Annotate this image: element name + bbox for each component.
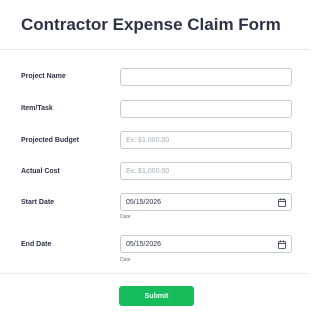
start-date-value: 05/15/2026 [126, 199, 162, 206]
form-title: Contractor Expense Claim Form [21, 15, 281, 34]
end-date-input[interactable]: 05/15/2026 [120, 235, 292, 253]
calendar-icon[interactable] [278, 198, 286, 207]
actual-cost-input[interactable] [120, 162, 292, 180]
end-date-value: 05/15/2026 [126, 241, 162, 248]
item-task-input[interactable] [120, 100, 292, 118]
divider [0, 273, 310, 274]
projected-budget-label: Projected Budget [21, 137, 79, 144]
end-date-sublabel: Date [120, 257, 131, 263]
submit-button[interactable]: Submit [119, 286, 194, 306]
start-date-input[interactable]: 05/15/2026 [120, 193, 292, 211]
end-date-label: End Date [21, 241, 52, 248]
project-name-label: Project Name [21, 73, 66, 80]
start-date-sublabel: Date [120, 214, 131, 220]
item-task-label: Item/Task [21, 105, 53, 112]
actual-cost-label: Actual Cost [21, 168, 60, 175]
calendar-icon[interactable] [278, 240, 286, 249]
expense-claim-form: Contractor Expense Claim Form Project Na… [0, 0, 310, 322]
form-header: Contractor Expense Claim Form [0, 0, 310, 50]
projected-budget-input[interactable] [120, 131, 292, 149]
start-date-label: Start Date [21, 199, 55, 206]
project-name-input[interactable] [120, 68, 292, 86]
